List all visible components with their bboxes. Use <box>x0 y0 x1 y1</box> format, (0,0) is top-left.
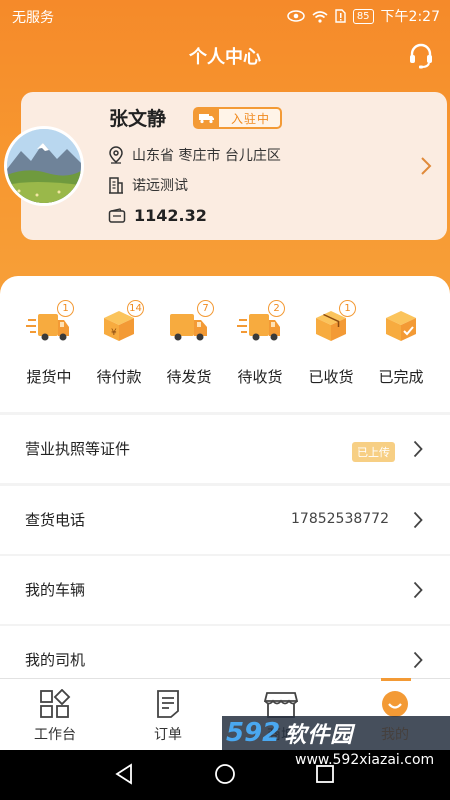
chevron-right-icon <box>413 511 423 529</box>
page-title: 个人中心 <box>189 47 261 68</box>
order-count-badge: 14 <box>127 300 144 317</box>
order-status-label: 待发货 <box>166 368 212 386</box>
avatar[interactable] <box>4 126 84 206</box>
order-status-to-ship[interactable]: 7 待发货 <box>159 300 219 387</box>
menu-item-license[interactable]: 营业执照等证件 已上传 <box>0 415 450 483</box>
order-status-to-receive[interactable]: 2 待收货 <box>230 300 290 387</box>
tab-label: 订单 <box>154 727 182 743</box>
order-status-label: 已收货 <box>308 368 354 386</box>
order-status-label: 待付款 <box>96 368 142 386</box>
document-icon <box>157 690 179 718</box>
phone-number: 17852538772 <box>291 511 389 527</box>
wifi-icon <box>312 10 328 23</box>
building-icon <box>109 177 123 194</box>
sim-icon <box>335 9 346 23</box>
order-status-label: 提货中 <box>26 368 72 386</box>
user-icon <box>382 691 408 717</box>
order-count-badge: 1 <box>57 300 74 317</box>
location-pin-icon <box>109 146 123 164</box>
menu-item-phone[interactable]: 查货电话 17852538772 <box>0 486 450 554</box>
avatar-image <box>7 129 81 203</box>
order-status-received[interactable]: 1 已收货 <box>301 300 361 387</box>
grid-icon <box>40 689 71 718</box>
svg-text:¥: ¥ <box>111 328 117 338</box>
status-badge: 入驻中 <box>193 107 282 129</box>
home-icon[interactable] <box>214 763 236 785</box>
order-status-picking[interactable]: 1 提货中 <box>19 300 79 387</box>
user-name: 张文静 <box>109 108 167 130</box>
watermark-text: 软件园 <box>284 723 354 748</box>
chevron-right-icon[interactable] <box>420 156 432 176</box>
truck-icon <box>195 109 219 127</box>
active-tab-indicator <box>381 678 411 681</box>
customer-service-icon[interactable] <box>406 40 436 70</box>
order-status-label: 已完成 <box>378 368 424 386</box>
box-check-icon <box>386 311 416 341</box>
status-bar: 无服务 85 下午2:27 <box>0 0 450 32</box>
store-icon <box>264 692 298 718</box>
chevron-right-icon <box>413 651 423 669</box>
menu-item-label: 我的车辆 <box>25 581 86 599</box>
title-bar: 个人中心 <box>0 34 450 76</box>
carrier-text: 无服务 <box>12 10 54 26</box>
tab-workbench[interactable]: 工作台 <box>10 688 100 744</box>
tab-orders[interactable]: 订单 <box>123 688 213 744</box>
upload-status-badge: 已上传 <box>352 442 395 462</box>
tab-label: 工作台 <box>34 727 76 743</box>
eye-icon <box>287 10 305 22</box>
balance-row: 1142.32 <box>108 206 207 225</box>
order-count-badge: 1 <box>339 300 356 317</box>
order-count-badge: 2 <box>268 300 285 317</box>
menu-item-label: 我的司机 <box>25 651 86 669</box>
order-status-unpaid[interactable]: ¥ 14 待付款 <box>89 300 149 387</box>
site-watermark: 592 软件园 <box>222 716 450 750</box>
menu-item-vehicles[interactable]: 我的车辆 <box>0 556 450 624</box>
clock-text: 下午2:27 <box>380 9 440 25</box>
chevron-right-icon <box>413 440 423 458</box>
back-icon[interactable] <box>114 763 136 785</box>
menu-item-label: 查货电话 <box>25 511 86 529</box>
battery-indicator: 85 <box>352 8 374 24</box>
watermark-number: 592 <box>226 718 281 748</box>
system-nav-bar: www.592xiazai.com <box>0 750 450 800</box>
order-status-label: 待收货 <box>237 368 283 386</box>
chevron-right-icon <box>413 581 423 599</box>
menu-item-label: 营业执照等证件 <box>25 440 131 458</box>
order-status-completed[interactable]: 已完成 <box>371 302 431 387</box>
status-badge-label: 入驻中 <box>231 111 271 126</box>
company-row: 诺远测试 <box>108 175 188 195</box>
company-text: 诺远测试 <box>132 178 188 194</box>
balance-amount: 1142.32 <box>134 206 207 225</box>
watermark-url: www.592xiazai.com <box>295 752 435 768</box>
location-text: 山东省 枣庄市 台儿庄区 <box>132 148 281 164</box>
wallet-icon <box>108 207 126 223</box>
order-count-badge: 7 <box>197 300 214 317</box>
location-row: 山东省 枣庄市 台儿庄区 <box>108 145 281 165</box>
